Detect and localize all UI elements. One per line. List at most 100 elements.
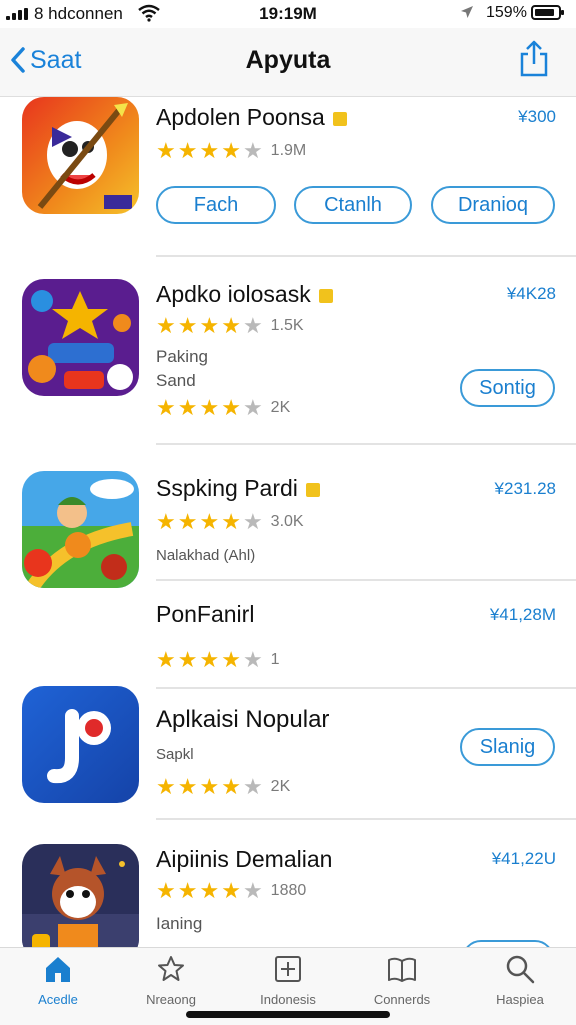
- star-filled-icon: ★: [199, 395, 220, 420]
- star-empty-icon: ★: [242, 395, 263, 420]
- star-filled-icon: ★: [199, 313, 220, 338]
- book-icon: [388, 957, 416, 982]
- app-list: Apdolen Poonsa ¥300 ★ ★ ★ ★ ★ 1.9M Fach Ctan…: [0, 97, 576, 947]
- app-title: Apdko iolosask: [156, 281, 333, 308]
- app-icon: [22, 686, 139, 803]
- tab-label: Acedle: [38, 992, 78, 1007]
- star-rating: ★ ★ ★ ★ ★: [156, 649, 265, 671]
- app-price: ¥41,22U: [491, 849, 556, 868]
- rating-count: 2K: [270, 399, 291, 416]
- rating-count: 3.0K: [270, 513, 304, 530]
- star-filled-icon: ★: [156, 395, 176, 420]
- tab-home[interactable]: Acedle: [8, 954, 108, 1007]
- tab-categories[interactable]: Indonesis: [238, 954, 338, 1007]
- rating: ★ ★ ★ ★ ★ 3.0K: [156, 511, 304, 533]
- app-price: ¥4K28: [506, 284, 556, 303]
- app-subtitle: Sand: [156, 371, 196, 390]
- rating: ★ ★ ★ ★ ★ 1: [156, 649, 280, 671]
- get-button[interactable]: Sontig: [460, 369, 555, 407]
- star-filled-icon: ★: [221, 138, 241, 163]
- rating-count: 1: [270, 651, 280, 668]
- star-filled-icon: ★: [199, 509, 220, 534]
- star-filled-icon: ★: [221, 509, 241, 534]
- star-empty-icon: ★: [242, 774, 263, 799]
- star-rating: ★ ★ ★ ★ ★: [156, 397, 265, 419]
- app-icon: [22, 97, 139, 214]
- home-icon: [46, 957, 70, 982]
- star-filled-icon: ★: [221, 395, 241, 420]
- rating-count: 1.9M: [270, 142, 307, 159]
- star-filled-icon: ★: [199, 878, 220, 903]
- star-filled-icon: ★: [177, 878, 198, 903]
- star-filled-icon: ★: [199, 647, 220, 672]
- app-subtitle: Nalakhad (Ahl): [156, 547, 256, 564]
- app-title: Apdolen Poonsa: [156, 104, 347, 131]
- star-filled-icon: ★: [221, 774, 241, 799]
- divider: [156, 818, 576, 820]
- app-title: Sspking Pardi: [156, 475, 320, 502]
- status-bar: 8 hdconnen 19:19M 159%: [0, 0, 576, 28]
- action-button-1[interactable]: Fach: [156, 186, 276, 224]
- rating: ★ ★ ★ ★ ★ 1.9M: [156, 140, 306, 162]
- star-filled-icon: ★: [221, 647, 241, 672]
- rating-count: 1.5K: [270, 317, 304, 334]
- app-price: ¥41,28M: [489, 605, 556, 624]
- app-subtitle: Ianing: [156, 914, 203, 933]
- divider: [156, 579, 576, 581]
- star-filled-icon: ★: [177, 509, 198, 534]
- tab-label: Haspiea: [496, 992, 544, 1007]
- plus-square-icon: [275, 956, 301, 982]
- tab-featured[interactable]: Nreaong: [121, 954, 221, 1007]
- app-price: ¥231.28: [494, 479, 556, 498]
- action-button-2[interactable]: Ctanlh: [294, 186, 412, 224]
- star-filled-icon: ★: [221, 313, 241, 338]
- action-button-3[interactable]: Dranioq: [431, 186, 555, 224]
- app-icon: [22, 844, 139, 947]
- star-empty-icon: ★: [242, 138, 263, 163]
- star-filled-icon: ★: [156, 138, 176, 163]
- rating-count: 2K: [270, 778, 291, 795]
- star-rating: ★ ★ ★ ★ ★: [156, 140, 265, 162]
- app-title: Aplkaisi Nopular: [156, 706, 330, 733]
- app-icon: [22, 471, 139, 588]
- star-filled-icon: ★: [177, 395, 198, 420]
- star-filled-icon: ★: [156, 313, 176, 338]
- app-category: Paking: [156, 347, 208, 366]
- rating: ★ ★ ★ ★ ★ 2K: [156, 776, 290, 798]
- divider: [156, 687, 576, 689]
- star-filled-icon: ★: [199, 774, 220, 799]
- app-title: PonFanirl: [156, 601, 255, 627]
- app-title: Aipiinis Demalian: [156, 846, 333, 872]
- tab-library[interactable]: Connerds: [352, 954, 452, 1007]
- star-filled-icon: ★: [177, 647, 198, 672]
- star-filled-icon: ★: [177, 138, 198, 163]
- star-rating: ★ ★ ★ ★ ★: [156, 315, 265, 337]
- star-filled-icon: ★: [199, 138, 220, 163]
- tab-label: Indonesis: [260, 992, 316, 1007]
- search-icon: [506, 955, 535, 984]
- star-rating: ★ ★ ★ ★ ★: [156, 776, 265, 798]
- star-icon: [158, 956, 184, 981]
- rating-secondary: ★ ★ ★ ★ ★ 2K: [156, 397, 290, 419]
- star-filled-icon: ★: [177, 774, 198, 799]
- rating: ★ ★ ★ ★ ★ 1880: [156, 880, 306, 902]
- star-rating: ★ ★ ★ ★ ★: [156, 511, 265, 533]
- star-filled-icon: ★: [156, 647, 176, 672]
- star-empty-icon: ★: [242, 878, 263, 903]
- share-icon[interactable]: [518, 38, 550, 78]
- battery-percent: 159%: [486, 4, 527, 21]
- star-filled-icon: ★: [156, 509, 176, 534]
- battery-icon: [531, 5, 564, 20]
- get-button[interactable]: Slanig: [460, 728, 555, 766]
- tab-search[interactable]: Haspiea: [470, 954, 570, 1007]
- star-filled-icon: ★: [221, 878, 241, 903]
- rating: ★ ★ ★ ★ ★ 1.5K: [156, 315, 304, 337]
- star-empty-icon: ★: [242, 313, 263, 338]
- star-empty-icon: ★: [242, 647, 263, 672]
- app-icon: [22, 279, 139, 396]
- home-indicator: [186, 1011, 390, 1018]
- star-empty-icon: ★: [242, 509, 263, 534]
- location-icon: [461, 6, 473, 18]
- get-button[interactable]: [462, 940, 554, 947]
- divider: [156, 255, 576, 257]
